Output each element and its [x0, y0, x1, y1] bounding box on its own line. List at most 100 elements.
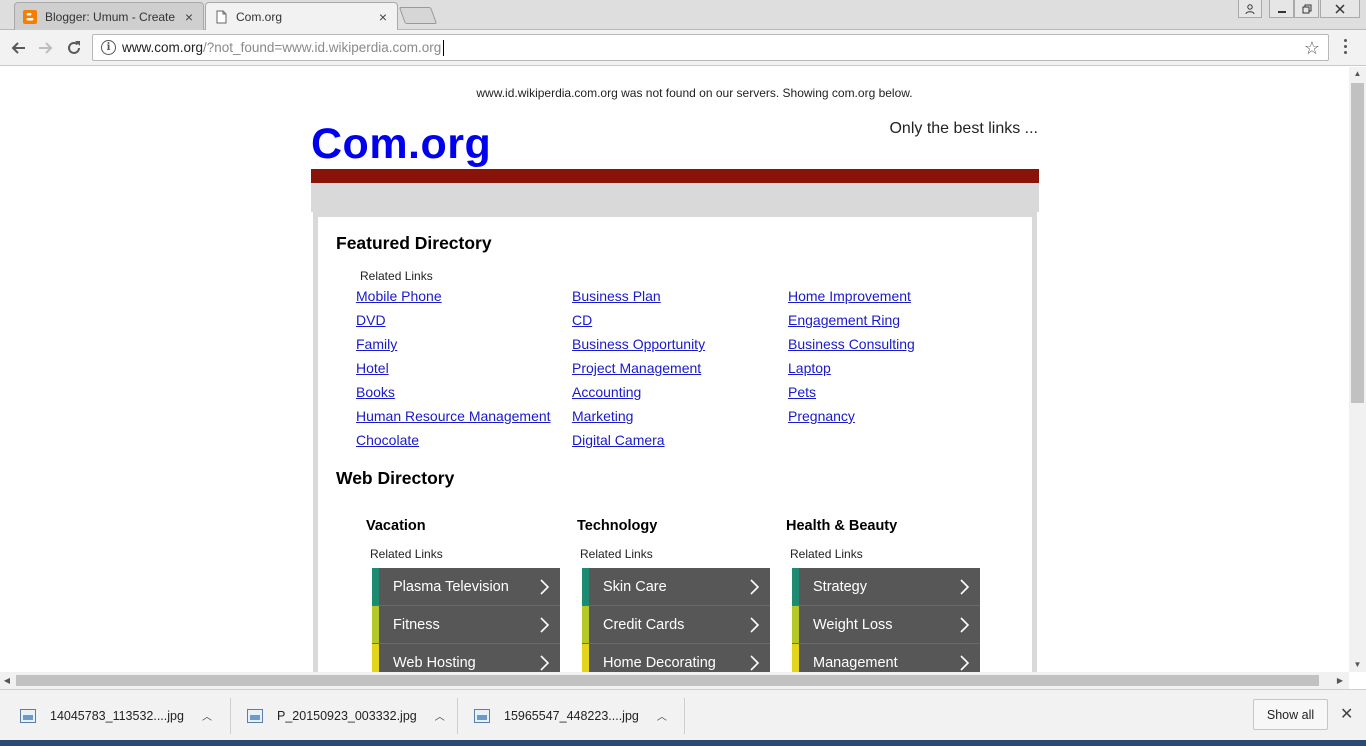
forward-button[interactable] [34, 36, 58, 60]
chevron-right-icon [960, 617, 970, 633]
featured-link[interactable]: Digital Camera [572, 432, 705, 456]
category-title-technology: Technology [577, 518, 658, 534]
menu-item-label: Management [813, 654, 898, 671]
menu-item-label: Weight Loss [813, 616, 893, 633]
chevron-right-icon [960, 579, 970, 595]
featured-link[interactable]: Business Opportunity [572, 336, 705, 360]
url-host: www.com.org [122, 40, 204, 55]
not-found-notice: www.id.wikiperdia.com.org was not found … [476, 86, 913, 100]
web-directory-heading: Web Directory [336, 468, 455, 488]
chevron-right-icon [540, 579, 550, 595]
featured-link[interactable]: Books [356, 384, 551, 408]
featured-directory-heading: Featured Directory [336, 233, 492, 253]
tagline: Only the best links ... [889, 120, 1038, 137]
scroll-right-arrow-icon[interactable]: ▶ [1333, 672, 1347, 689]
image-file-icon [474, 708, 490, 723]
download-item[interactable]: P_20150923_003332.jpg ︿ [247, 690, 445, 741]
featured-link[interactable]: Pregnancy [788, 408, 915, 432]
menu-stripe [792, 644, 799, 672]
vertical-scrollbar[interactable]: ▲ ▼ [1349, 67, 1366, 672]
menu-item[interactable]: Strategy [792, 568, 980, 606]
horizontal-scrollbar[interactable]: ◀ ▶ [0, 672, 1349, 689]
chevron-right-icon [960, 655, 970, 671]
menu-stripe [372, 606, 379, 643]
featured-related-label: Related Links [360, 269, 433, 283]
menu-item-label: Strategy [813, 578, 867, 595]
scroll-down-arrow-icon[interactable]: ▼ [1349, 658, 1366, 672]
restore-icon[interactable] [1294, 0, 1319, 18]
featured-link[interactable]: Home Improvement [788, 288, 915, 312]
scroll-left-arrow-icon[interactable]: ◀ [0, 672, 14, 689]
category-title-vacation: Vacation [366, 518, 426, 534]
chevron-up-icon[interactable]: ︿ [435, 708, 445, 723]
chevron-up-icon[interactable]: ︿ [657, 708, 667, 723]
chevron-right-icon [750, 617, 760, 633]
tab-close-icon[interactable]: × [377, 9, 389, 25]
chevron-right-icon [540, 655, 550, 671]
featured-link[interactable]: Hotel [356, 360, 551, 384]
featured-link[interactable]: Laptop [788, 360, 915, 384]
featured-links-col-1: Mobile Phone DVD Family Hotel Books Huma… [356, 288, 551, 456]
category-menu-technology: Skin Care Credit Cards Home Decorating [582, 568, 770, 672]
window-close-icon[interactable] [1320, 0, 1360, 18]
image-file-icon [247, 708, 263, 723]
menu-stripe [372, 644, 379, 672]
menu-item[interactable]: Skin Care [582, 568, 770, 606]
tab-close-icon[interactable]: × [183, 9, 195, 25]
featured-link[interactable]: DVD [356, 312, 551, 336]
menu-item[interactable]: Fitness [372, 606, 560, 644]
tab-com-org[interactable]: Com.org × [205, 2, 398, 31]
featured-link[interactable]: Engagement Ring [788, 312, 915, 336]
category-menu-health-beauty: Strategy Weight Loss Management [792, 568, 980, 672]
new-tab-button[interactable] [398, 7, 438, 24]
show-all-button[interactable]: Show all [1253, 699, 1328, 730]
featured-link[interactable]: Accounting [572, 384, 705, 408]
menu-item[interactable]: Weight Loss [792, 606, 980, 644]
featured-link[interactable]: Business Consulting [788, 336, 915, 360]
chevron-right-icon [540, 617, 550, 633]
minimize-icon[interactable] [1269, 0, 1294, 18]
back-button[interactable] [6, 36, 30, 60]
vertical-scroll-thumb[interactable] [1351, 83, 1364, 403]
download-filename: 15965547_448223....jpg [504, 708, 639, 723]
menu-icon[interactable] [1344, 39, 1350, 54]
menu-item[interactable]: Home Decorating [582, 644, 770, 672]
os-taskbar [0, 740, 1366, 746]
page-icon [214, 10, 228, 24]
featured-link[interactable]: Pets [788, 384, 915, 408]
address-bar[interactable]: i www.com.org/?not_found=www.id.wikiperd… [92, 34, 1329, 61]
menu-item-label: Credit Cards [603, 616, 685, 633]
featured-link[interactable]: Chocolate [356, 432, 551, 456]
featured-link[interactable]: CD [572, 312, 705, 336]
featured-link[interactable]: Mobile Phone [356, 288, 551, 312]
menu-stripe [582, 644, 589, 672]
bookmark-star-icon[interactable]: ☆ [1304, 38, 1320, 59]
header-grey-bar [311, 183, 1039, 212]
download-item[interactable]: 15965547_448223....jpg ︿ [474, 690, 667, 741]
tab-blogger[interactable]: Blogger: Umum - Create × [14, 2, 204, 30]
site-logo[interactable]: Com.org [311, 120, 491, 169]
text-caret [443, 39, 445, 56]
menu-item-label: Web Hosting [393, 654, 476, 671]
featured-link[interactable]: Business Plan [572, 288, 705, 312]
featured-link[interactable]: Human Resource Management [356, 408, 551, 432]
tab-title: Blogger: Umum - Create [45, 9, 176, 24]
scroll-up-arrow-icon[interactable]: ▲ [1349, 67, 1366, 81]
horizontal-scroll-thumb[interactable] [16, 675, 1319, 686]
profile-icon[interactable] [1238, 0, 1262, 18]
menu-item[interactable]: Plasma Television [372, 568, 560, 606]
menu-item[interactable]: Management [792, 644, 980, 672]
category-title-health-beauty: Health & Beauty [786, 518, 898, 534]
download-item[interactable]: 14045783_113532....jpg ︿ [20, 690, 212, 741]
chevron-up-icon[interactable]: ︿ [202, 708, 212, 723]
category-related-label: Related Links [790, 547, 863, 561]
featured-links-col-3: Home Improvement Engagement Ring Busines… [788, 288, 915, 432]
info-icon[interactable]: i [101, 40, 116, 55]
featured-link[interactable]: Family [356, 336, 551, 360]
reload-button[interactable] [62, 36, 86, 60]
download-bar-close-icon[interactable]: ✕ [1340, 704, 1353, 724]
featured-link[interactable]: Marketing [572, 408, 705, 432]
menu-item[interactable]: Web Hosting [372, 644, 560, 672]
featured-link[interactable]: Project Management [572, 360, 705, 384]
menu-item[interactable]: Credit Cards [582, 606, 770, 644]
